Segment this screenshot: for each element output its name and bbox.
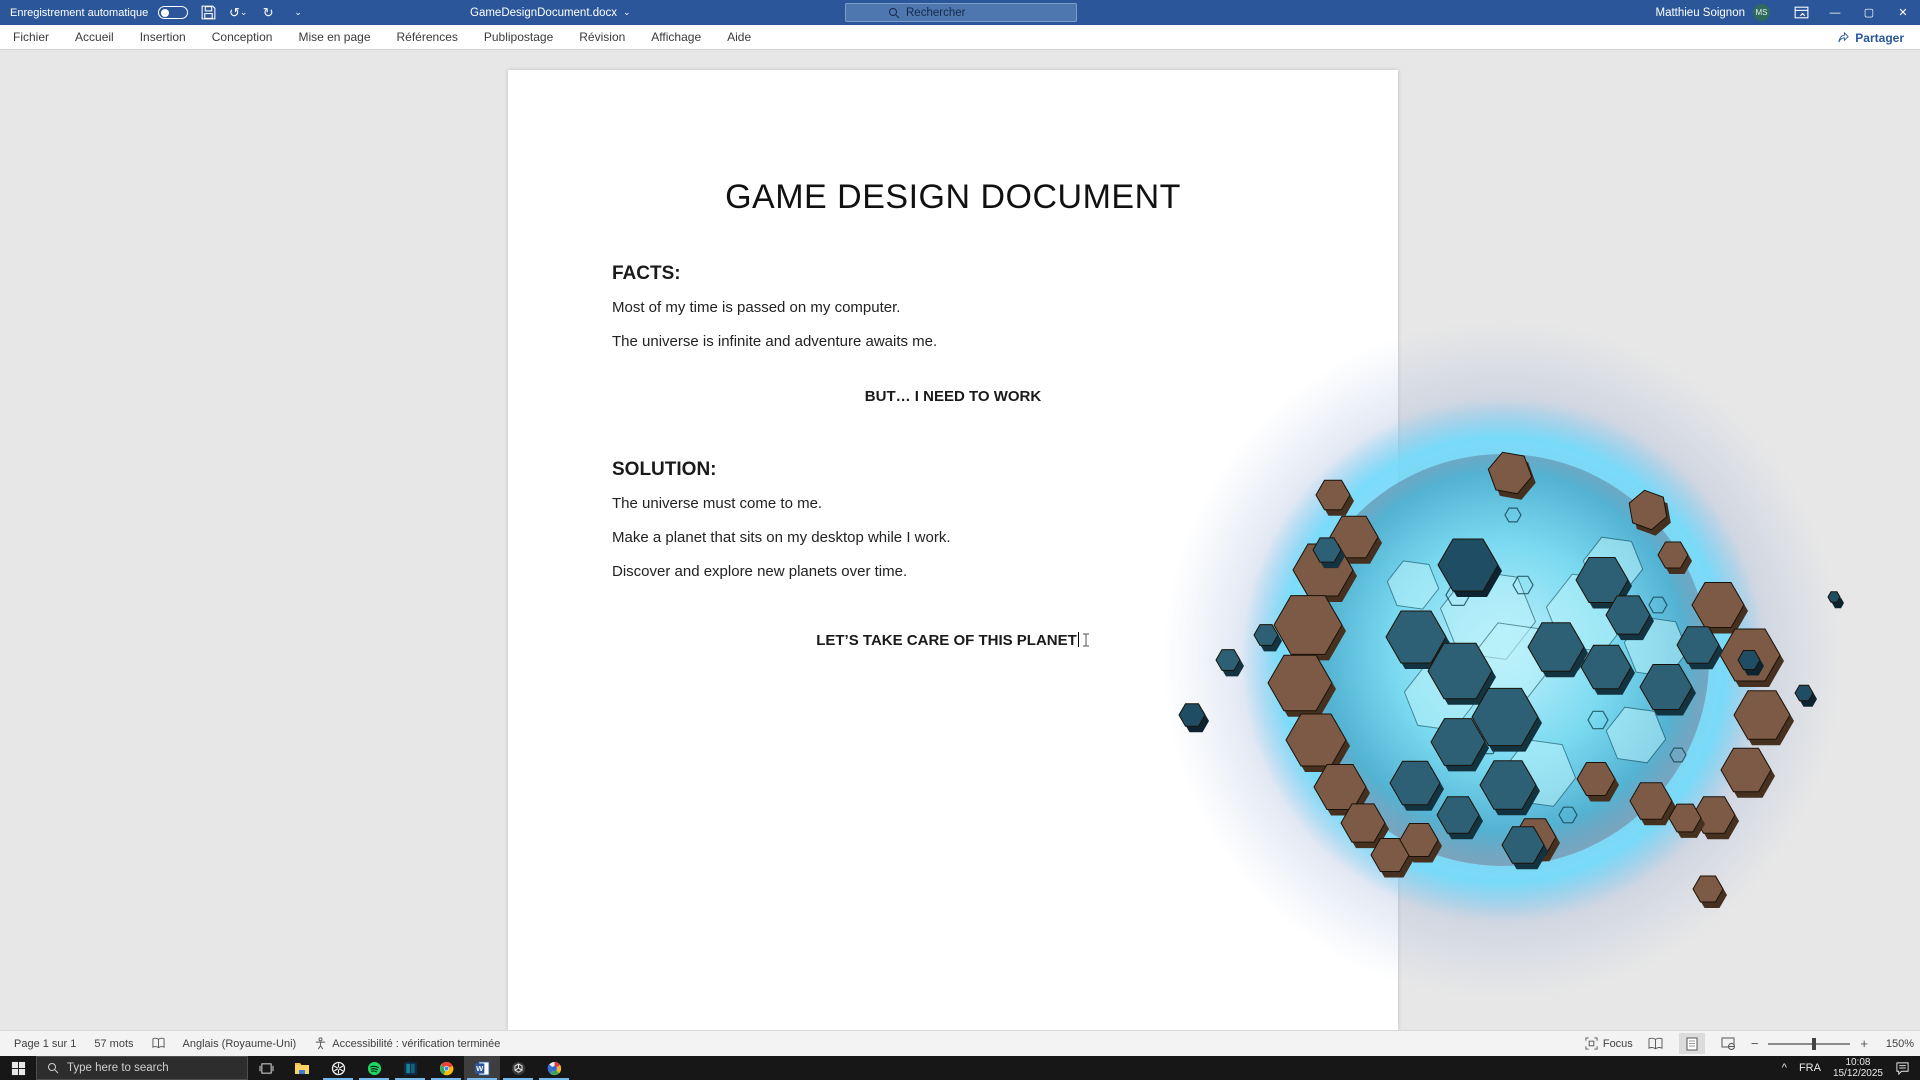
- doc-heading-main: GAME DESIGN DOCUMENT: [612, 178, 1294, 217]
- language-switcher[interactable]: FRA: [1799, 1062, 1821, 1074]
- word-count[interactable]: 57 mots: [94, 1038, 133, 1050]
- user-name[interactable]: Matthieu Soignon: [1655, 7, 1745, 19]
- zoom-slider[interactable]: [1768, 1043, 1850, 1045]
- minimize-button[interactable]: —: [1818, 0, 1852, 25]
- taskbar-search-input[interactable]: Type here to search: [36, 1056, 248, 1080]
- window-panes-app-button[interactable]: [392, 1056, 428, 1080]
- share-button[interactable]: Partager: [1829, 25, 1912, 50]
- tab-aide[interactable]: Aide: [714, 25, 764, 50]
- tab-publipostage[interactable]: Publipostage: [471, 25, 566, 50]
- unity-app-button[interactable]: [500, 1056, 536, 1080]
- word-app-button[interactable]: W: [464, 1056, 500, 1080]
- task-view-button[interactable]: [248, 1056, 284, 1080]
- web-layout-button[interactable]: [1715, 1033, 1741, 1054]
- ribbon-tab-bar: Fichier Accueil Insertion Conception Mis…: [0, 25, 1920, 50]
- file-explorer-button[interactable]: [284, 1056, 320, 1080]
- redo-button[interactable]: ↻: [258, 4, 278, 22]
- chatgpt-app-button[interactable]: [320, 1056, 356, 1080]
- zoom-out-button[interactable]: −: [1751, 1036, 1759, 1051]
- share-icon: [1837, 31, 1850, 44]
- action-center-icon[interactable]: [1895, 1061, 1910, 1075]
- start-button[interactable]: [0, 1056, 36, 1080]
- undo-button[interactable]: ↺⌄: [228, 4, 248, 22]
- save-icon[interactable]: [198, 4, 218, 22]
- chrome-app-button[interactable]: [428, 1056, 464, 1080]
- spotify-app-button[interactable]: [356, 1056, 392, 1080]
- window-panes-icon: [403, 1061, 418, 1076]
- tray-chevron-icon[interactable]: ^: [1782, 1062, 1787, 1074]
- search-icon: [888, 7, 900, 19]
- ribbon-display-options-icon[interactable]: [1784, 0, 1818, 25]
- tab-mise-en-page[interactable]: Mise en page: [285, 25, 383, 50]
- print-layout-button[interactable]: [1679, 1033, 1705, 1054]
- focus-icon: [1585, 1037, 1598, 1050]
- restore-button[interactable]: ▢: [1852, 0, 1886, 25]
- doc-paragraph: Most of my time is passed on my computer…: [612, 299, 1294, 316]
- tab-affichage[interactable]: Affichage: [638, 25, 714, 50]
- tab-revision[interactable]: Révision: [566, 25, 638, 50]
- page-indicator[interactable]: Page 1 sur 1: [14, 1038, 76, 1050]
- chrome-icon: [439, 1061, 454, 1076]
- zoom-in-button[interactable]: +: [1860, 1036, 1868, 1051]
- word-status-bar: Page 1 sur 1 57 mots Anglais (Royaume-Un…: [0, 1030, 1920, 1056]
- pinwheel-app-button[interactable]: [536, 1056, 572, 1080]
- accessibility-status[interactable]: Accessibilité : vérification terminée: [314, 1037, 500, 1050]
- search-icon: [47, 1062, 59, 1074]
- word-title-bar: Enregistrement automatique ↺⌄ ↻ ⌄ GameDe…: [0, 0, 1920, 25]
- title-chevron-icon: ⌄: [623, 7, 631, 18]
- autosave-label: Enregistrement automatique: [10, 7, 148, 19]
- file-explorer-icon: [294, 1061, 310, 1075]
- spotify-icon: [367, 1061, 382, 1076]
- doc-heading-facts: FACTS:: [612, 263, 1294, 285]
- taskbar-clock[interactable]: 10:08 15/12/2025: [1833, 1057, 1883, 1079]
- tab-accueil[interactable]: Accueil: [62, 25, 127, 50]
- avatar[interactable]: MS: [1753, 4, 1770, 21]
- tab-fichier[interactable]: Fichier: [0, 25, 62, 50]
- svg-text:W: W: [476, 1063, 484, 1072]
- windows-taskbar: Type here to search W ^ FRA 10:08: [0, 1056, 1920, 1080]
- text-caret: [1078, 632, 1079, 647]
- document-title[interactable]: GameDesignDocument.docx ⌄: [470, 0, 631, 25]
- unity-icon: [511, 1061, 526, 1076]
- autosave-toggle[interactable]: [158, 6, 188, 19]
- zoom-level[interactable]: 150%: [1878, 1038, 1914, 1050]
- search-input[interactable]: Rechercher: [845, 3, 1077, 22]
- language-indicator[interactable]: Anglais (Royaume-Uni): [183, 1038, 297, 1050]
- quick-access-more-icon[interactable]: ⌄: [288, 4, 308, 22]
- accessibility-icon: [314, 1037, 327, 1050]
- planet-widget[interactable]: [1158, 315, 1848, 1005]
- proofing-icon[interactable]: [152, 1037, 165, 1050]
- pinwheel-icon: [547, 1061, 562, 1076]
- ibeam-cursor: [1082, 633, 1090, 647]
- chatgpt-icon: [331, 1061, 346, 1076]
- focus-mode-button[interactable]: Focus: [1585, 1037, 1633, 1050]
- tab-references[interactable]: Références: [384, 25, 471, 50]
- word-icon: W: [475, 1061, 490, 1076]
- read-mode-button[interactable]: [1643, 1033, 1669, 1054]
- tab-conception[interactable]: Conception: [199, 25, 286, 50]
- tab-insertion[interactable]: Insertion: [127, 25, 199, 50]
- close-button[interactable]: ✕: [1886, 0, 1920, 25]
